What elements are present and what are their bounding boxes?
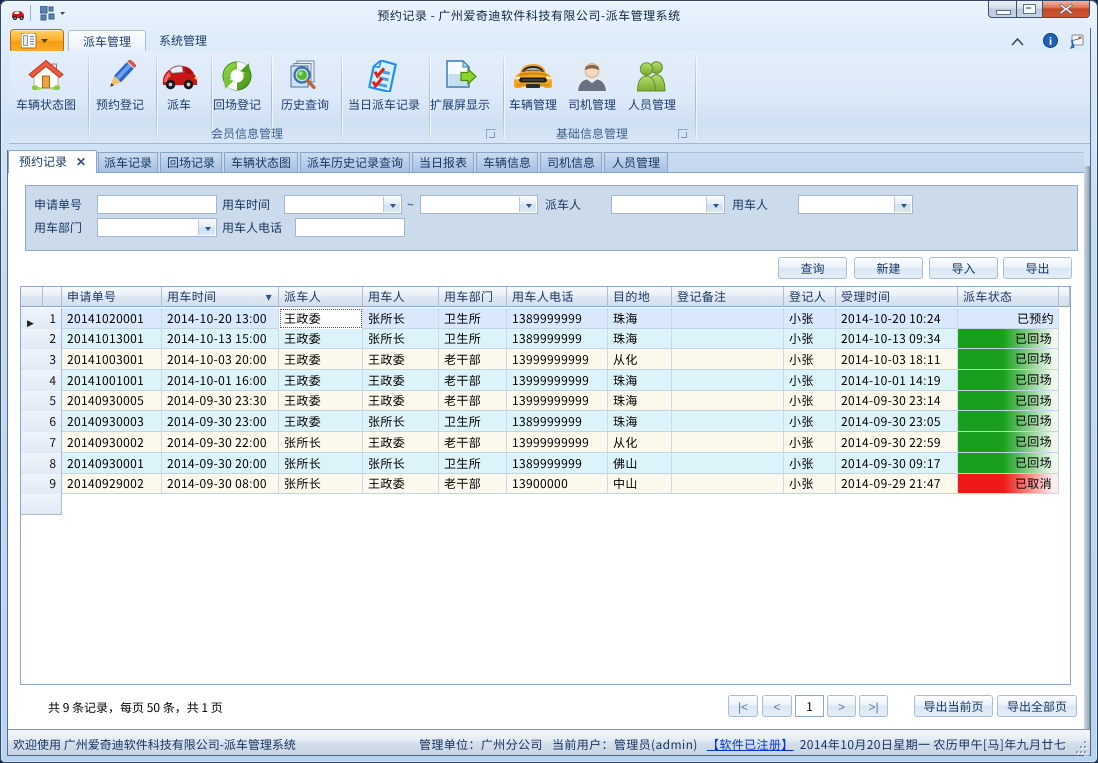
svg-text:i: i [1049,35,1052,47]
